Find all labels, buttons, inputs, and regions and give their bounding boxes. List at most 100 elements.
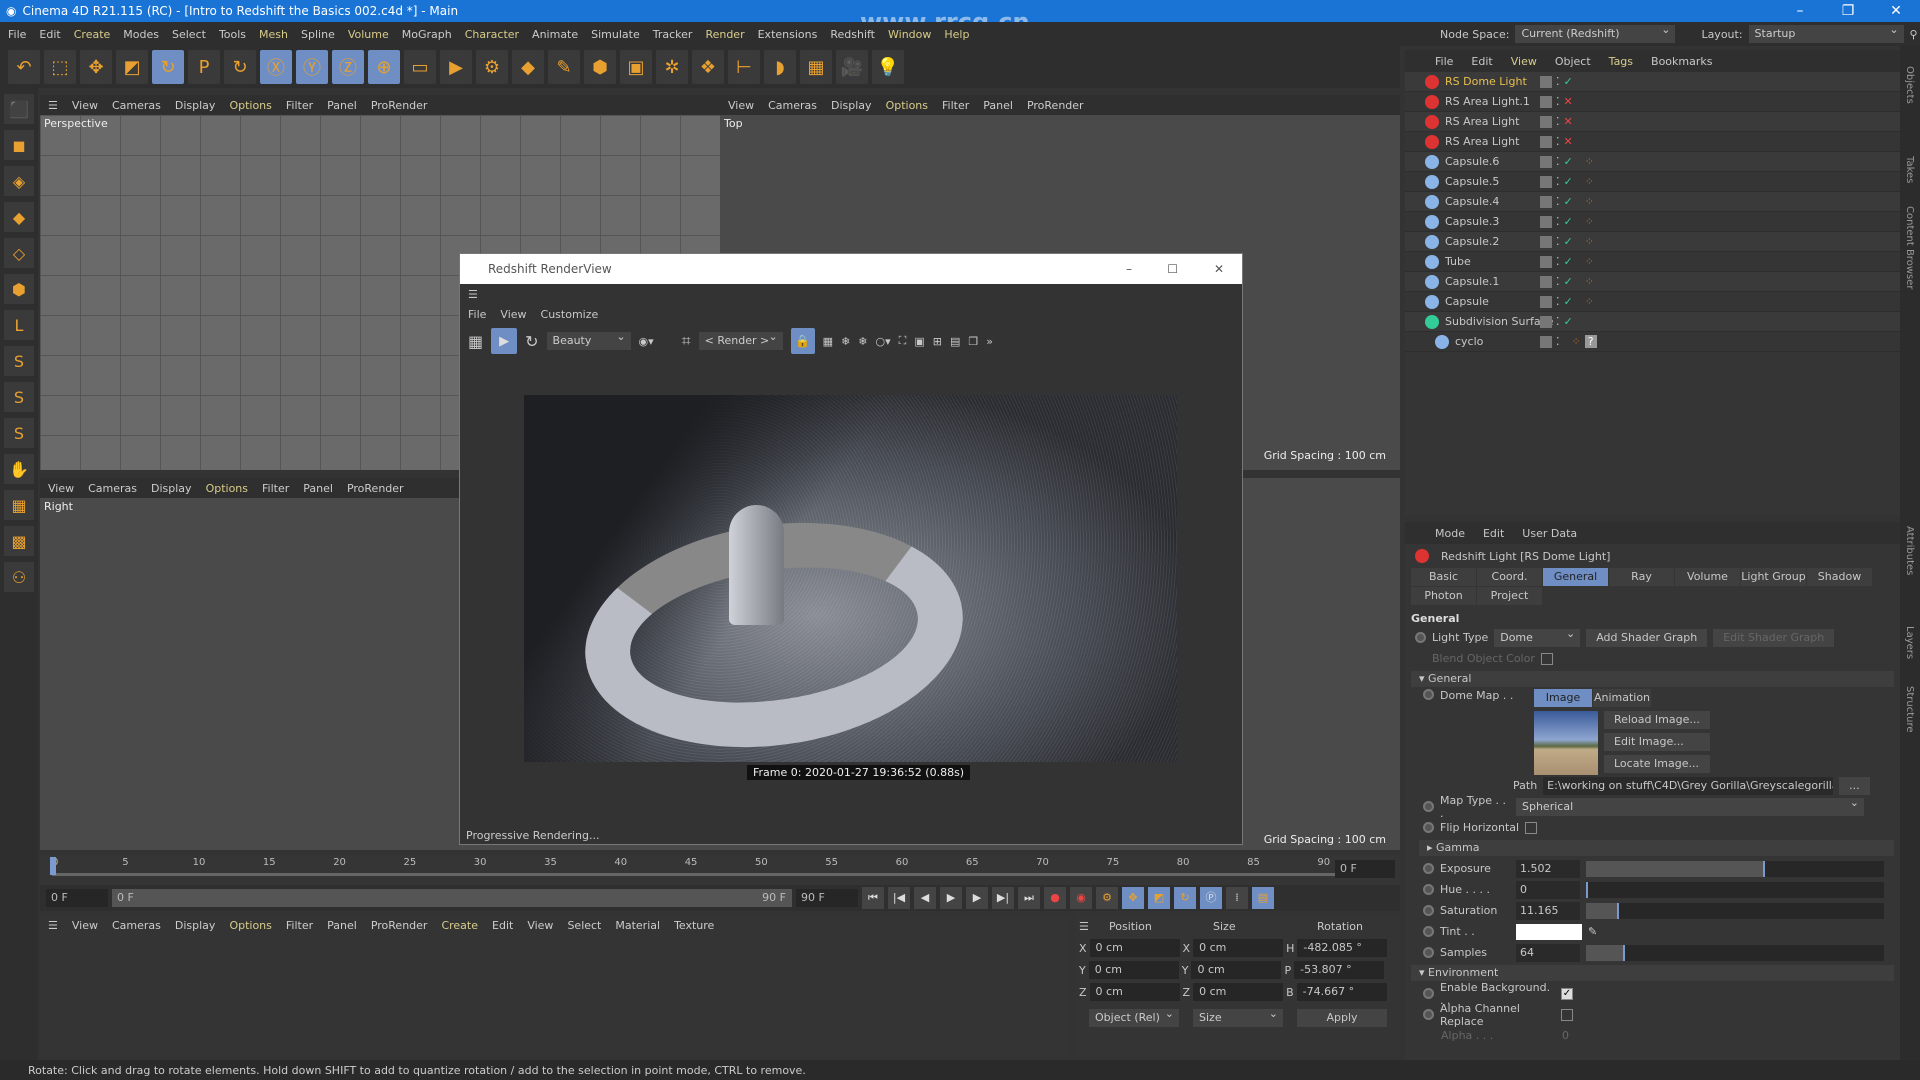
object-row[interactable]: RS Area Light ⁚ ✕ xyxy=(1405,132,1900,152)
material-menu-material[interactable]: Material xyxy=(615,919,660,932)
world-icon[interactable]: ⊕ xyxy=(368,50,400,84)
size-mode-dropdown[interactable]: Size xyxy=(1193,1006,1283,1027)
attribute-menu-mode[interactable]: Mode xyxy=(1435,527,1465,540)
alpha-channel-replace-checkbox[interactable] xyxy=(1561,1008,1573,1021)
enabled-check-icon[interactable]: ✓ xyxy=(1564,255,1573,268)
position-field[interactable]: 0 cm xyxy=(1088,961,1179,979)
locate-image-button[interactable]: Locate Image... xyxy=(1604,755,1710,773)
current-frame-field[interactable]: 0 F xyxy=(1335,860,1395,878)
go-to-end-button[interactable]: ⏭ xyxy=(1018,887,1040,909)
hue-field[interactable]: 0 xyxy=(1516,880,1580,899)
workplane-icon[interactable]: ▩ xyxy=(4,526,34,556)
key-rotation-button[interactable]: ↻ xyxy=(1174,887,1196,909)
enabled-check-icon[interactable]: ✓ xyxy=(1564,155,1573,168)
object-row[interactable]: cyclo ⁚ ⁘? xyxy=(1405,332,1900,352)
menu-file[interactable]: File xyxy=(8,28,26,41)
z-axis-icon[interactable]: Ⓩ xyxy=(332,50,364,84)
object-menu-edit[interactable]: Edit xyxy=(1471,55,1492,68)
rotation-field[interactable]: -74.667 ° xyxy=(1296,983,1387,1001)
object-row[interactable]: RS Area Light ⁚ ✕ xyxy=(1405,112,1900,132)
frame-range-slider[interactable]: 0 F 90 F xyxy=(112,889,792,907)
menu-modes[interactable]: Modes xyxy=(123,28,159,41)
side-tab-structure[interactable]: Structure xyxy=(1904,686,1915,733)
viewport-menu-options[interactable]: Options xyxy=(886,99,928,112)
viewport-menu-view[interactable]: View xyxy=(728,99,754,112)
pv-icon[interactable]: ▤ xyxy=(950,335,960,348)
visibility-dots-icon[interactable]: ⁚ xyxy=(1556,235,1560,248)
menu-volume[interactable]: Volume xyxy=(348,28,389,41)
search-icon[interactable]: ⚲ xyxy=(1910,28,1918,41)
exposure-field[interactable]: 1.502 xyxy=(1516,859,1580,878)
tab-shadow[interactable]: Shadow xyxy=(1807,568,1872,586)
disabled-x-icon[interactable]: ✕ xyxy=(1564,115,1573,128)
snap-s3-icon[interactable]: S xyxy=(4,418,34,448)
position-field[interactable]: 0 cm xyxy=(1089,983,1180,1001)
viewport-menu-prorender[interactable]: ProRender xyxy=(371,99,428,112)
freeze-geometry-icon[interactable]: ❄ xyxy=(858,335,867,348)
lock-icon[interactable]: 🔒 xyxy=(790,328,815,354)
layer-icon[interactable] xyxy=(1540,115,1552,128)
viewport-menu-display[interactable]: Display xyxy=(175,99,216,112)
enabled-check-icon[interactable]: ✓ xyxy=(1564,215,1573,228)
viewport-menu-filter[interactable]: Filter xyxy=(262,482,289,495)
size-field[interactable]: 0 cm xyxy=(1193,939,1284,957)
deformer-icon[interactable]: ◗ xyxy=(764,50,796,84)
minimize-button[interactable]: – xyxy=(1780,0,1820,22)
hamburger-icon[interactable]: ☰ xyxy=(48,919,58,932)
animate-radio[interactable] xyxy=(1423,926,1434,937)
animate-radio[interactable] xyxy=(1423,905,1434,916)
next-frame-button[interactable]: ▶ xyxy=(966,887,988,909)
layer-icon[interactable] xyxy=(1540,155,1552,168)
object-row[interactable]: Subdivision Surface ⁚ ✓ xyxy=(1405,312,1900,332)
render-view-icon[interactable]: ▶ xyxy=(440,50,472,84)
select-icon[interactable]: ⬚ xyxy=(44,50,76,84)
menu-help[interactable]: Help xyxy=(944,28,969,41)
attribute-menu-user-data[interactable]: User Data xyxy=(1522,527,1577,540)
side-tab-content-browser[interactable]: Content Browser xyxy=(1904,206,1915,289)
visibility-dots-icon[interactable]: ⁚ xyxy=(1556,215,1560,228)
rotate-icon[interactable]: ↻ xyxy=(152,50,184,84)
grid-icon[interactable]: ▦ xyxy=(823,335,833,348)
copy-icon[interactable]: ❐ xyxy=(968,335,978,348)
redshift-tag-icon[interactable]: ⁘ xyxy=(1585,255,1594,268)
gamma-group-header[interactable]: ▸ Gamma xyxy=(1419,840,1894,856)
scale-icon[interactable]: ◩ xyxy=(116,50,148,84)
viewport-menu-prorender[interactable]: ProRender xyxy=(347,482,404,495)
viewport-menu-options[interactable]: Options xyxy=(229,919,271,932)
menu-render[interactable]: Render xyxy=(705,28,744,41)
edge-mode-icon[interactable]: ◇ xyxy=(4,238,34,268)
object-row[interactable]: Capsule.6 ⁚ ✓ ⁘ xyxy=(1405,152,1900,172)
menu-create[interactable]: Create xyxy=(74,28,111,41)
viewport-menu-panel[interactable]: Panel xyxy=(327,919,357,932)
samples-slider[interactable] xyxy=(1586,944,1884,961)
visibility-dots-icon[interactable]: ⁚ xyxy=(1556,155,1560,168)
cube-icon[interactable]: ◆ xyxy=(512,50,544,84)
viewport-menu-filter[interactable]: Filter xyxy=(286,919,313,932)
tab-volume[interactable]: Volume xyxy=(1675,568,1740,586)
animate-radio[interactable] xyxy=(1423,689,1434,700)
menu-simulate[interactable]: Simulate xyxy=(591,28,640,41)
material-menu-texture[interactable]: Texture xyxy=(674,919,714,932)
snapshot-icon[interactable]: ▣ xyxy=(914,335,924,348)
end-frame-field[interactable]: 90 F xyxy=(796,889,858,907)
key-position-button[interactable]: ✥ xyxy=(1122,887,1144,909)
viewport-menu-panel[interactable]: Panel xyxy=(983,99,1013,112)
extrude-icon[interactable]: ▣ xyxy=(620,50,652,84)
viewport-menu-prorender[interactable]: ProRender xyxy=(371,919,428,932)
add-shader-graph-button[interactable]: Add Shader Graph xyxy=(1586,628,1708,647)
path-field[interactable]: E:\working on stuff\C4D\Grey Gorilla\Gre… xyxy=(1543,776,1834,795)
viewport-menu-display[interactable]: Display xyxy=(831,99,872,112)
animate-radio[interactable] xyxy=(1423,801,1434,812)
menu-select[interactable]: Select xyxy=(172,28,206,41)
layer-icon[interactable] xyxy=(1540,335,1552,348)
object-menu-view[interactable]: View xyxy=(1511,55,1537,68)
viewport-menu-filter[interactable]: Filter xyxy=(942,99,969,112)
animate-radio[interactable] xyxy=(1423,884,1434,895)
size-field[interactable]: 0 cm xyxy=(1193,983,1284,1001)
play-button[interactable]: ▶ xyxy=(940,887,962,909)
side-tab-objects[interactable]: Objects xyxy=(1904,66,1915,104)
enabled-check-icon[interactable]: ✓ xyxy=(1564,75,1573,88)
redshift-tag-icon[interactable]: ⁘ xyxy=(1585,175,1594,188)
menu-mesh[interactable]: Mesh xyxy=(259,28,288,41)
redshift-tag-icon[interactable]: ⁘ xyxy=(1585,295,1594,308)
